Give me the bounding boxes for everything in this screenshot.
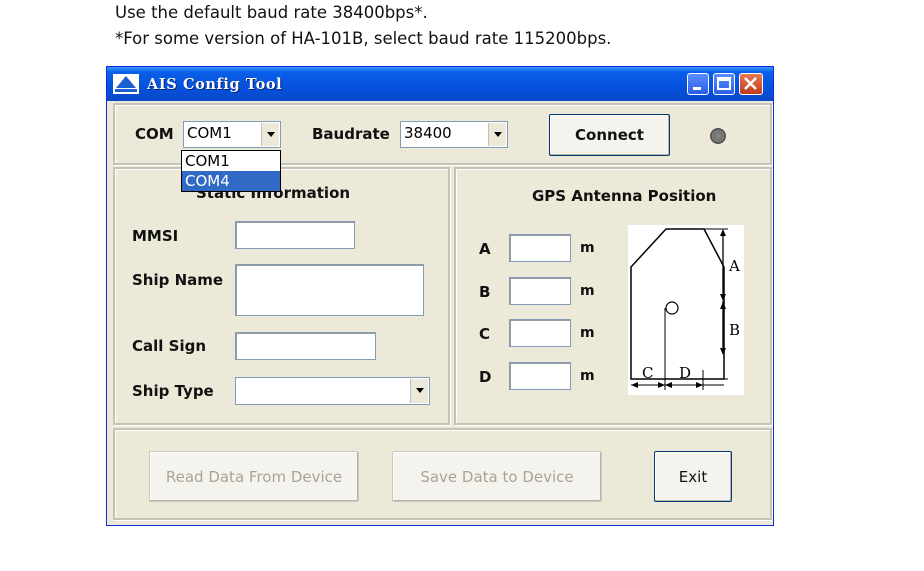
- ship-type-select[interactable]: [235, 377, 430, 405]
- gps-a-unit: m: [580, 240, 595, 256]
- baudrate-label: Baudrate: [312, 125, 390, 143]
- gps-title: GPS Antenna Position: [532, 187, 717, 205]
- gps-d-unit: m: [580, 368, 595, 384]
- title-bar[interactable]: AIS Config Tool: [107, 67, 773, 101]
- gps-b-unit: m: [580, 283, 595, 299]
- ship-outline-diagram: A B C D: [630, 228, 740, 390]
- instruction-line-2: *For some version of HA-101B, select bau…: [115, 29, 612, 48]
- gps-d-field[interactable]: [509, 362, 571, 390]
- ship-type-label: Ship Type: [132, 382, 214, 400]
- gps-c-field[interactable]: [509, 319, 571, 347]
- minimize-button[interactable]: [687, 73, 709, 95]
- antenna-position-diagram: A B C D: [628, 225, 744, 395]
- save-data-button[interactable]: Save Data to Device: [392, 451, 602, 502]
- com-dropdown-list: COM1 COM4: [181, 150, 281, 192]
- close-button[interactable]: [739, 73, 763, 95]
- maximize-button[interactable]: [713, 73, 735, 95]
- minimize-icon: [693, 87, 701, 90]
- gps-b-label: B: [479, 283, 491, 301]
- gps-a-field[interactable]: [509, 234, 571, 262]
- status-led-icon: [710, 128, 726, 144]
- com-option-com1[interactable]: COM1: [182, 151, 280, 171]
- mmsi-field[interactable]: [235, 221, 355, 249]
- read-data-button[interactable]: Read Data From Device: [149, 451, 359, 502]
- close-icon: [744, 77, 757, 90]
- com-label: COM: [135, 125, 174, 143]
- ship-name-label: Ship Name: [132, 271, 224, 289]
- call-sign-field[interactable]: [235, 332, 376, 360]
- ship-name-field[interactable]: [235, 264, 424, 316]
- exit-button[interactable]: Exit: [654, 451, 732, 502]
- chevron-down-icon[interactable]: [261, 123, 279, 146]
- baudrate-select[interactable]: 38400: [400, 121, 508, 148]
- diagram-label-a: A: [728, 257, 740, 275]
- gps-b-field[interactable]: [509, 277, 571, 305]
- window-title: AIS Config Tool: [147, 76, 283, 93]
- diagram-label-c: C: [642, 364, 653, 382]
- com-select-value: COM1: [187, 124, 232, 142]
- app-icon: [113, 74, 139, 94]
- gps-c-label: C: [479, 325, 491, 343]
- diagram-label-d: D: [679, 364, 691, 382]
- connect-button[interactable]: Connect: [549, 114, 670, 156]
- gps-a-label: A: [479, 240, 491, 258]
- instruction-line-1: Use the default baud rate 38400bps*.: [115, 3, 428, 22]
- diagram-label-b: B: [729, 321, 740, 339]
- call-sign-label: Call Sign: [132, 337, 206, 355]
- com-select[interactable]: COM1: [183, 121, 281, 148]
- baudrate-select-value: 38400: [404, 124, 452, 142]
- gps-c-unit: m: [580, 325, 595, 341]
- gps-d-label: D: [479, 368, 492, 386]
- chevron-down-icon[interactable]: [410, 379, 428, 403]
- com-option-com4[interactable]: COM4: [182, 171, 280, 191]
- chevron-down-icon[interactable]: [488, 123, 506, 146]
- mmsi-label: MMSI: [132, 227, 179, 245]
- maximize-icon: [717, 77, 731, 90]
